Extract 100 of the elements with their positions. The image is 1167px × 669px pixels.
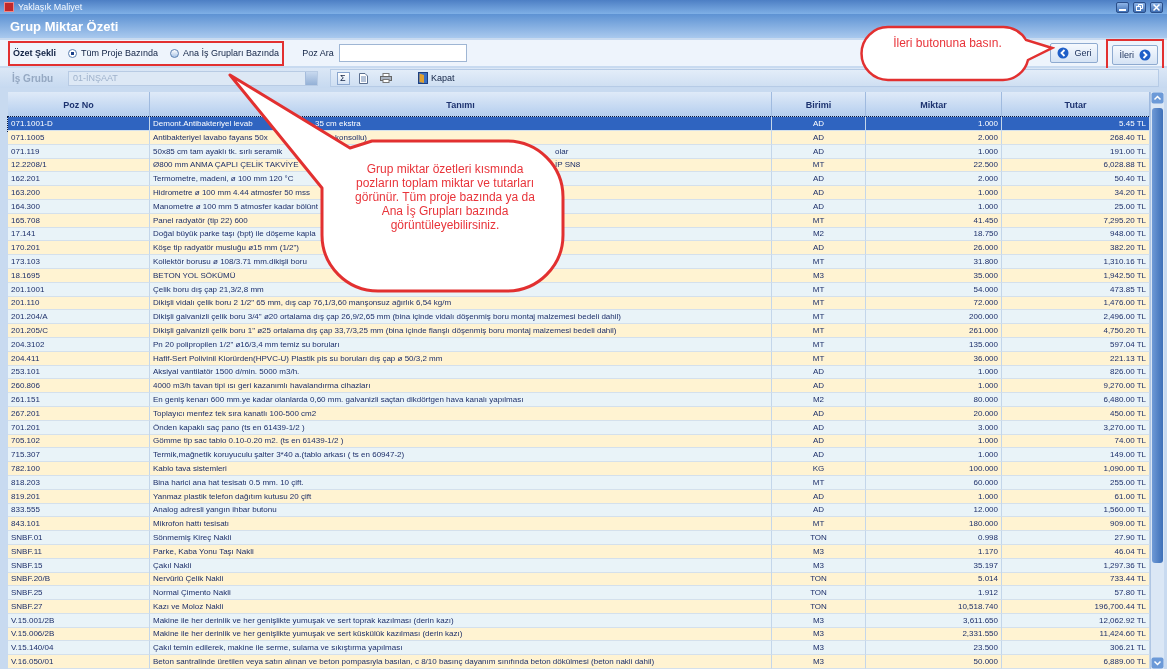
- table-cell: MT: [772, 323, 866, 338]
- table-cell: 597.04 TL: [1002, 337, 1150, 352]
- table-cell: 60.000: [866, 475, 1002, 490]
- table-cell: V.16.050/01: [8, 655, 150, 669]
- table-cell: 1,942.50 TL: [1002, 268, 1150, 283]
- table-cell: 27.90 TL: [1002, 530, 1150, 545]
- restore-icon: [1136, 3, 1143, 11]
- cell-text: Demont.Antibakteriyel levab: [153, 119, 253, 128]
- table-cell: Önden kapaklı saç pano (ts en 61439-1/2 ): [150, 420, 772, 435]
- cell-text: 35 cm ekstra: [315, 118, 361, 130]
- table-cell: 1.000: [866, 144, 1002, 159]
- table-cell: 3,270.00 TL: [1002, 420, 1150, 435]
- table-cell: 46.04 TL: [1002, 544, 1150, 559]
- radio-button[interactable]: [68, 48, 78, 58]
- table-cell: 1,090.00 TL: [1002, 461, 1150, 476]
- summary-mode-label: Özet Şekli: [13, 48, 57, 58]
- cell-text: Antibakteriyel lavabo fayans 50x: [153, 132, 268, 142]
- table-cell: 54.000: [866, 282, 1002, 297]
- table-cell: 261.000: [866, 323, 1002, 338]
- scroll-down-icon[interactable]: [1151, 656, 1164, 669]
- back-button[interactable]: Geri: [1050, 43, 1099, 63]
- table-row[interactable]: 071.1001-D Demont.Antibakteriyel levab 35 cm ekstra AD 1.000 5.45 TL: [8, 117, 1150, 131]
- table-cell: M3: [772, 655, 866, 669]
- cell-text: 50x85 cm tam ayaklı tk. sırlı seramik: [153, 146, 283, 156]
- radio-button[interactable]: [170, 48, 180, 58]
- next-button[interactable]: İleri: [1112, 45, 1158, 65]
- table-cell: 701.201: [8, 420, 150, 435]
- table-cell: 3,611.650: [866, 613, 1002, 628]
- printer-icon: [380, 73, 392, 83]
- table-cell: En geniş kenarı 600 mm.ye kadar olanlarda 0,60 mm. galvanizli saçtan dikdörtgen hava kanalı yapılması: [150, 392, 772, 407]
- restore-button[interactable]: [1133, 1, 1146, 13]
- table-cell: 61.00 TL: [1002, 489, 1150, 504]
- table-cell: 20.000: [866, 406, 1002, 421]
- table-cell: MT: [772, 351, 866, 366]
- door-icon: [418, 72, 428, 84]
- table-cell: KG: [772, 461, 866, 476]
- table-row[interactable]: 843.101 Mikrofon hattı tesisatı MT 180.000 909.00 TL: [8, 517, 1150, 531]
- table-cell: 268.40 TL: [1002, 130, 1150, 145]
- table-cell: MT: [772, 254, 866, 269]
- table-cell: 191.00 TL: [1002, 144, 1150, 159]
- table-cell: Dikişli galvanizli çelik boru 1" ø25 ortalama dış çap 33,7/3,25 mm (bina içinde flanşlı döşenmiş boru montaj malzemesi bedeli dahil): [150, 323, 772, 338]
- scroll-up-icon[interactable]: [1151, 92, 1164, 104]
- table-cell: V.15.001/2B: [8, 613, 150, 628]
- arrow-circle-icon: [1139, 49, 1151, 61]
- table-cell: AD: [772, 420, 866, 435]
- table-row[interactable]: 715.307 Termik,mağnetik koruyuculu şalter 3*40 a.(tablo arkası ( ts en 60947-2) AD 1.000 149.00 TL: [8, 448, 1150, 462]
- table-cell: SNBF.11: [8, 544, 150, 559]
- table-cell: SNBF.01: [8, 530, 150, 545]
- table-cell: 34.20 TL: [1002, 186, 1150, 200]
- table-cell: Çakıl Nakli: [150, 558, 772, 573]
- table-cell: 165.708: [8, 213, 150, 228]
- minimize-button[interactable]: [1116, 1, 1129, 13]
- table-cell: 0.998: [866, 530, 1002, 545]
- table-cell: Kablo tava sistemleri: [150, 461, 772, 476]
- table-row[interactable]: 201.204/A Dikişli galvanizli çelik boru 3/4" ø20 ortalama dış çap 26,9/2,65 mm (bina içinde vidalı döşenmiş boru montaj malzemesi bedeli dahil) MT 200.000 2,496.00 TL: [8, 310, 1150, 324]
- radio-option[interactable]: Ana İş Grupları Bazında: [170, 48, 280, 58]
- radio-option[interactable]: Tüm Proje Bazında: [68, 48, 159, 58]
- search-field[interactable]: [338, 44, 467, 62]
- table-row[interactable]: V.15.140/04 Çakıl temin edilerek, makine ile serme, sulama ve sıkıştırma yapılması M3 23.500 306.21 TL: [8, 641, 1150, 656]
- table-cell: MT: [772, 475, 866, 490]
- table-cell: AD: [772, 406, 866, 421]
- table-cell: Sönmemiş Kireç Nakli: [150, 530, 772, 545]
- table-cell: M3: [772, 558, 866, 573]
- table-cell: 173.103: [8, 254, 150, 269]
- table-cell: 450.00 TL: [1002, 406, 1150, 421]
- table-cell: MT: [772, 282, 866, 297]
- table-cell: 25.00 TL: [1002, 199, 1150, 214]
- close-icon: [1153, 3, 1160, 11]
- table-cell: 50.000: [866, 655, 1002, 669]
- sum-button[interactable]: Σ: [337, 71, 350, 85]
- close-button[interactable]: [1150, 1, 1163, 13]
- table-cell: 1.170: [866, 544, 1002, 559]
- table-cell: 35.197: [866, 558, 1002, 573]
- print-button[interactable]: [377, 71, 395, 85]
- table-cell: 473.85 TL: [1002, 282, 1150, 297]
- table-cell: MT: [772, 337, 866, 352]
- table-row[interactable]: SNBF.25 Normal Çimento Nakli TON 1.912 57.80 TL: [8, 586, 1150, 600]
- scroll-thumb[interactable]: [1152, 108, 1163, 563]
- table-row[interactable]: 260.806 4000 m3/h tavan tipi ısı geri kazanımlı havalandırma cihazları AD 1.000 9,270.00 TL: [8, 379, 1150, 393]
- table-cell: 1.000: [866, 489, 1002, 504]
- table-cell: AD: [772, 144, 866, 159]
- table-cell: 18.1695: [8, 268, 150, 283]
- app-logo-icon: [4, 2, 14, 12]
- table-cell: 80.000: [866, 392, 1002, 407]
- table-row[interactable]: V.16.050/01 Beton santralinde üretilen veya satın alınan ve beton pompasıyla basılan, c 8/10 basınç dayanım sınıfında beton dökülmesi (beton nakli dahil) M3 50.000 6,889.00 TL: [8, 655, 1150, 669]
- table-cell: 071.1005: [8, 130, 150, 145]
- table-cell: Parke, Kaba Yonu Taşı Nakli: [150, 544, 772, 559]
- close-button[interactable]: Kapat: [415, 71, 458, 85]
- table-cell: TON: [772, 530, 866, 545]
- cell-text: konsollu): [335, 131, 367, 144]
- table-cell: 12,062.92 TL: [1002, 613, 1150, 628]
- document-button[interactable]: [356, 71, 371, 85]
- table-cell: 204.411: [8, 351, 150, 366]
- table-cell: TON: [772, 599, 866, 614]
- table-cell: 204.3102: [8, 337, 150, 352]
- scrollbar[interactable]: [1150, 92, 1164, 669]
- table-cell: 7,295.20 TL: [1002, 213, 1150, 228]
- table-cell: 221.13 TL: [1002, 351, 1150, 366]
- table-cell: 100.000: [866, 461, 1002, 476]
- table-cell: 163.200: [8, 186, 150, 200]
